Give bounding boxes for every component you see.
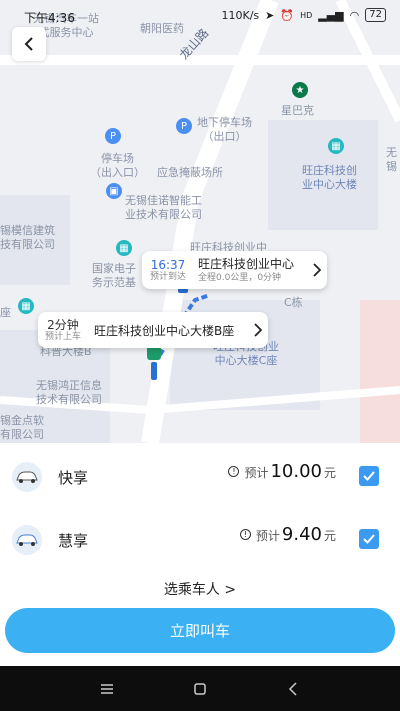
building-icon[interactable]: ▦ bbox=[328, 138, 344, 154]
back-nav-icon[interactable] bbox=[273, 674, 313, 704]
pickup-marker-icon bbox=[145, 346, 163, 382]
map-label-left-bottom: 锡金点软 有限公司 bbox=[0, 414, 44, 441]
car-icon bbox=[12, 462, 42, 492]
select-passenger-link[interactable]: 选乘车人 > bbox=[0, 579, 400, 599]
battery-icon: 72 bbox=[365, 8, 386, 22]
estimate-label: 预计 bbox=[244, 466, 269, 480]
ride-options-sheet: 快享 ! 预计 10.00 元 慧享 ! 预计 9.40 元 选乘车人 > 立即… bbox=[0, 443, 400, 666]
starbucks-icon[interactable]: ★ bbox=[292, 82, 308, 98]
map-label-hongzheng: 无锡鸿正信息 技术有限公司 bbox=[36, 379, 102, 406]
car-name: 慧享 bbox=[58, 532, 89, 550]
info-icon[interactable]: ! bbox=[239, 529, 251, 540]
info-icon[interactable]: ! bbox=[228, 466, 240, 477]
wifi-icon: ◠ bbox=[349, 8, 360, 22]
alarm-icon: ⏰ bbox=[280, 8, 295, 22]
map-label-parking-entrance: 停车场 （出入口） bbox=[90, 152, 145, 179]
map-label-shelter: 应急掩蔽场所 bbox=[157, 166, 223, 179]
price-estimate: ! 预计 9.40 元 bbox=[239, 524, 336, 545]
parking-entrance-icon[interactable]: P bbox=[105, 128, 121, 144]
chevron-right-icon bbox=[248, 323, 268, 337]
map-label-right-edge: 无锡 bbox=[386, 146, 397, 173]
hd-icon: HD bbox=[300, 10, 313, 20]
national-icon[interactable]: ▦ bbox=[116, 240, 132, 256]
home-icon[interactable] bbox=[180, 674, 220, 704]
car-option-row[interactable]: 慧享 ! 预计 9.40 元 bbox=[0, 509, 400, 569]
destination-callout[interactable]: 16:37 预计到达 旺庄科技创业中心 全程0.0公里，0分钟 bbox=[142, 251, 327, 289]
price-unit: 元 bbox=[323, 529, 336, 543]
car-option-row[interactable]: 快享 ! 预计 10.00 元 bbox=[0, 446, 400, 506]
car-checkbox[interactable] bbox=[359, 466, 379, 486]
status-bar: 下午4:36 110K/s ➤ ⏰ HD ▂▄▆ ◠ 72 bbox=[0, 0, 400, 30]
destination-detail: 全程0.0公里，0分钟 bbox=[198, 272, 282, 283]
parking-icon[interactable]: P bbox=[176, 118, 192, 134]
map-label-c-building: C栋 bbox=[284, 296, 303, 309]
network-speed: 110K/s bbox=[221, 8, 260, 22]
company-icon[interactable]: ▣ bbox=[106, 183, 122, 199]
chevron-right-icon bbox=[307, 263, 327, 277]
chevron-left-icon bbox=[24, 37, 33, 51]
check-icon bbox=[363, 534, 375, 544]
estimate-label: 预计 bbox=[255, 529, 280, 543]
car-name: 快享 bbox=[58, 469, 89, 487]
pickup-callout[interactable]: 2分钟 预计上车 旺庄科技创业中心大楼B座 bbox=[38, 312, 268, 348]
pickup-minutes: 2分钟 bbox=[47, 317, 79, 332]
map-label-national-center: 国家电子 务示范基 bbox=[92, 262, 136, 289]
destination-name: 旺庄科技创业中心 bbox=[198, 256, 295, 271]
status-time: 下午4:36 bbox=[24, 11, 75, 25]
map-label-starbucks: 星巴克 bbox=[281, 104, 314, 117]
menu-icon[interactable] bbox=[87, 674, 127, 704]
map-label-building-design: 锡模信建筑 技有限公司 bbox=[0, 224, 55, 251]
map-view[interactable]: 无锡汽车一站 式服务中心 朝阳医药 龙山路 ★ 星巴克 P 地下停车场 （出口） P… bbox=[0, 0, 400, 443]
car-icon bbox=[12, 525, 42, 555]
price-estimate: ! 预计 10.00 元 bbox=[228, 461, 336, 482]
pickup-name: 旺庄科技创业中心大楼B座 bbox=[94, 323, 235, 338]
map-label-jianuo: 无锡佳诺智能工 业技术有限公司 bbox=[125, 194, 202, 221]
map-label-parking-underground: 地下停车场 （出口） bbox=[197, 116, 252, 143]
left-poi-icon[interactable]: ▦ bbox=[18, 298, 34, 314]
signal-icon: ▂▄▆ bbox=[318, 8, 344, 22]
map-label-wangzhuang-tower: 旺庄科技创 业中心大楼 bbox=[302, 164, 357, 191]
check-icon bbox=[363, 471, 375, 481]
eta-time: 16:37 bbox=[150, 257, 186, 272]
location-icon: ➤ bbox=[265, 8, 275, 22]
price-unit: 元 bbox=[323, 466, 336, 480]
eta-label: 预计到达 bbox=[149, 271, 186, 282]
price-value: 10.00 bbox=[270, 461, 322, 482]
map-label-left-edge: 座 bbox=[0, 306, 11, 319]
back-button[interactable] bbox=[12, 27, 46, 61]
pickup-minutes-label: 预计上车 bbox=[44, 331, 81, 342]
price-value: 9.40 bbox=[281, 524, 322, 545]
car-checkbox[interactable] bbox=[359, 529, 379, 549]
call-car-button[interactable]: 立即叫车 bbox=[5, 608, 395, 653]
system-nav-bar bbox=[0, 666, 400, 711]
